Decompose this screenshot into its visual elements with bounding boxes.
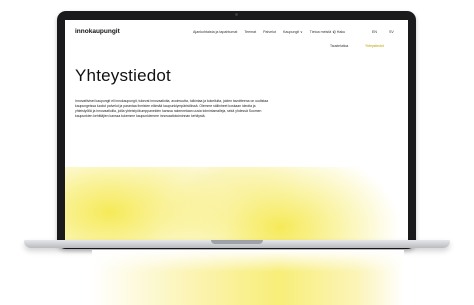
gradient-backdrop-fade <box>92 250 404 305</box>
menu-item-about[interactable]: Tietoa meistä ∨ <box>310 30 335 34</box>
menu-item-services[interactable]: Palvelut <box>263 30 276 34</box>
camera-icon <box>235 13 238 16</box>
laptop-mockup: innokaupungit Ajankohtaista ja tapahtuma… <box>0 0 474 305</box>
laptop-screen: innokaupungit Ajankohtaista ja tapahtuma… <box>65 20 408 246</box>
search-button[interactable]: Q Haku <box>333 30 345 34</box>
subnav-item-contact[interactable]: Yhteystiedot <box>365 44 384 48</box>
hero-gradient-image <box>65 167 408 246</box>
intro-paragraph: Innovatiiviset kaupungit eli innokaupung… <box>75 99 269 118</box>
site-header: innokaupungit Ajankohtaista ja tapahtuma… <box>75 28 398 40</box>
subnav-item-background[interactable]: Tausteluttoa <box>330 44 348 48</box>
menu-item-cities[interactable]: Kaupungit ∨ <box>283 30 303 34</box>
lang-sv-button[interactable]: SV <box>389 30 394 34</box>
lang-en-button[interactable]: EN <box>372 30 377 34</box>
main-menu: Ajankohtaista ja tapahtumat Teemat Palve… <box>193 30 342 34</box>
laptop-lid: innokaupungit Ajankohtaista ja tapahtuma… <box>57 11 416 249</box>
base-notch <box>211 240 263 244</box>
menu-item-themes[interactable]: Teemat <box>244 30 256 34</box>
page-title: Yhteystiedot <box>75 66 171 85</box>
sub-navigation: Tausteluttoa Yhteystiedot <box>75 44 398 50</box>
menu-item-news[interactable]: Ajankohtaista ja tapahtumat <box>193 30 237 34</box>
laptop-base <box>24 240 450 248</box>
site-logo[interactable]: innokaupungit <box>75 28 120 35</box>
